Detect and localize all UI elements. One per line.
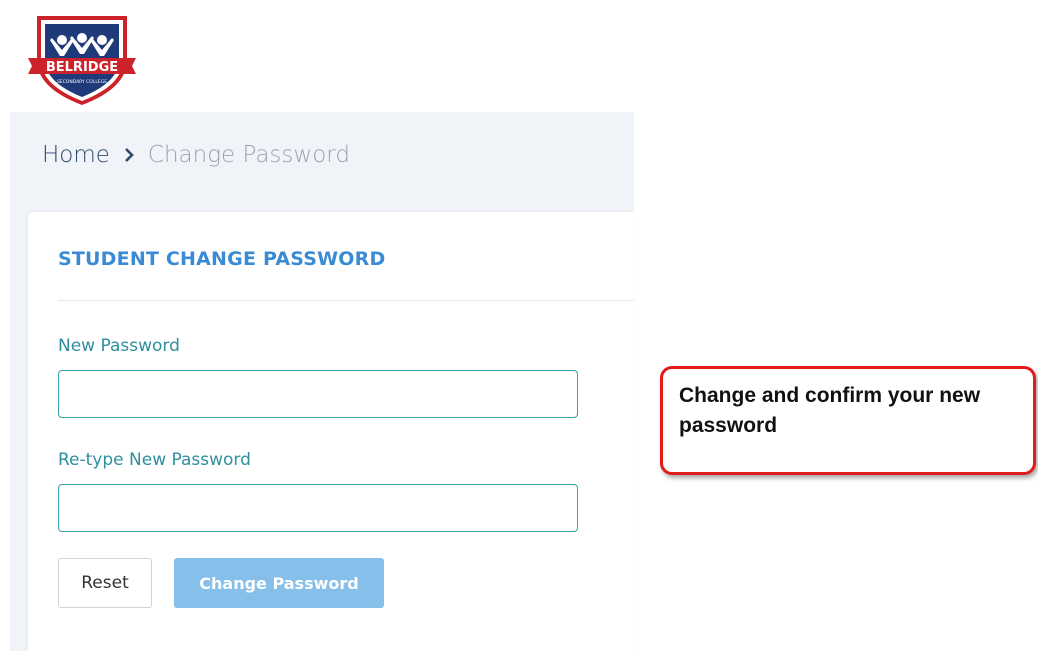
instruction-callout: Change and confirm your new password xyxy=(660,366,1036,475)
breadcrumb: Home Change Password xyxy=(42,142,350,168)
breadcrumb-home-link[interactable]: Home xyxy=(42,142,110,168)
new-password-label: New Password xyxy=(58,336,180,356)
retype-password-input[interactable] xyxy=(58,484,578,532)
breadcrumb-current: Change Password xyxy=(147,142,350,168)
school-logo: BELRIDGE SECONDARY COLLEGE xyxy=(22,8,142,108)
callout-text: Change and confirm your new password xyxy=(679,384,981,437)
change-password-card: STUDENT CHANGE PASSWORD New Password Re-… xyxy=(28,212,634,651)
logo-name: BELRIDGE xyxy=(46,60,118,75)
change-password-button[interactable]: Change Password xyxy=(174,558,384,608)
logo-sub: SECONDARY COLLEGE xyxy=(57,79,107,85)
card-title: STUDENT CHANGE PASSWORD xyxy=(58,248,386,270)
chevron-right-icon xyxy=(124,148,134,162)
reset-button[interactable]: Reset xyxy=(58,558,152,608)
retype-password-label: Re-type New Password xyxy=(58,450,251,470)
new-password-input[interactable] xyxy=(58,370,578,418)
divider xyxy=(58,300,634,301)
